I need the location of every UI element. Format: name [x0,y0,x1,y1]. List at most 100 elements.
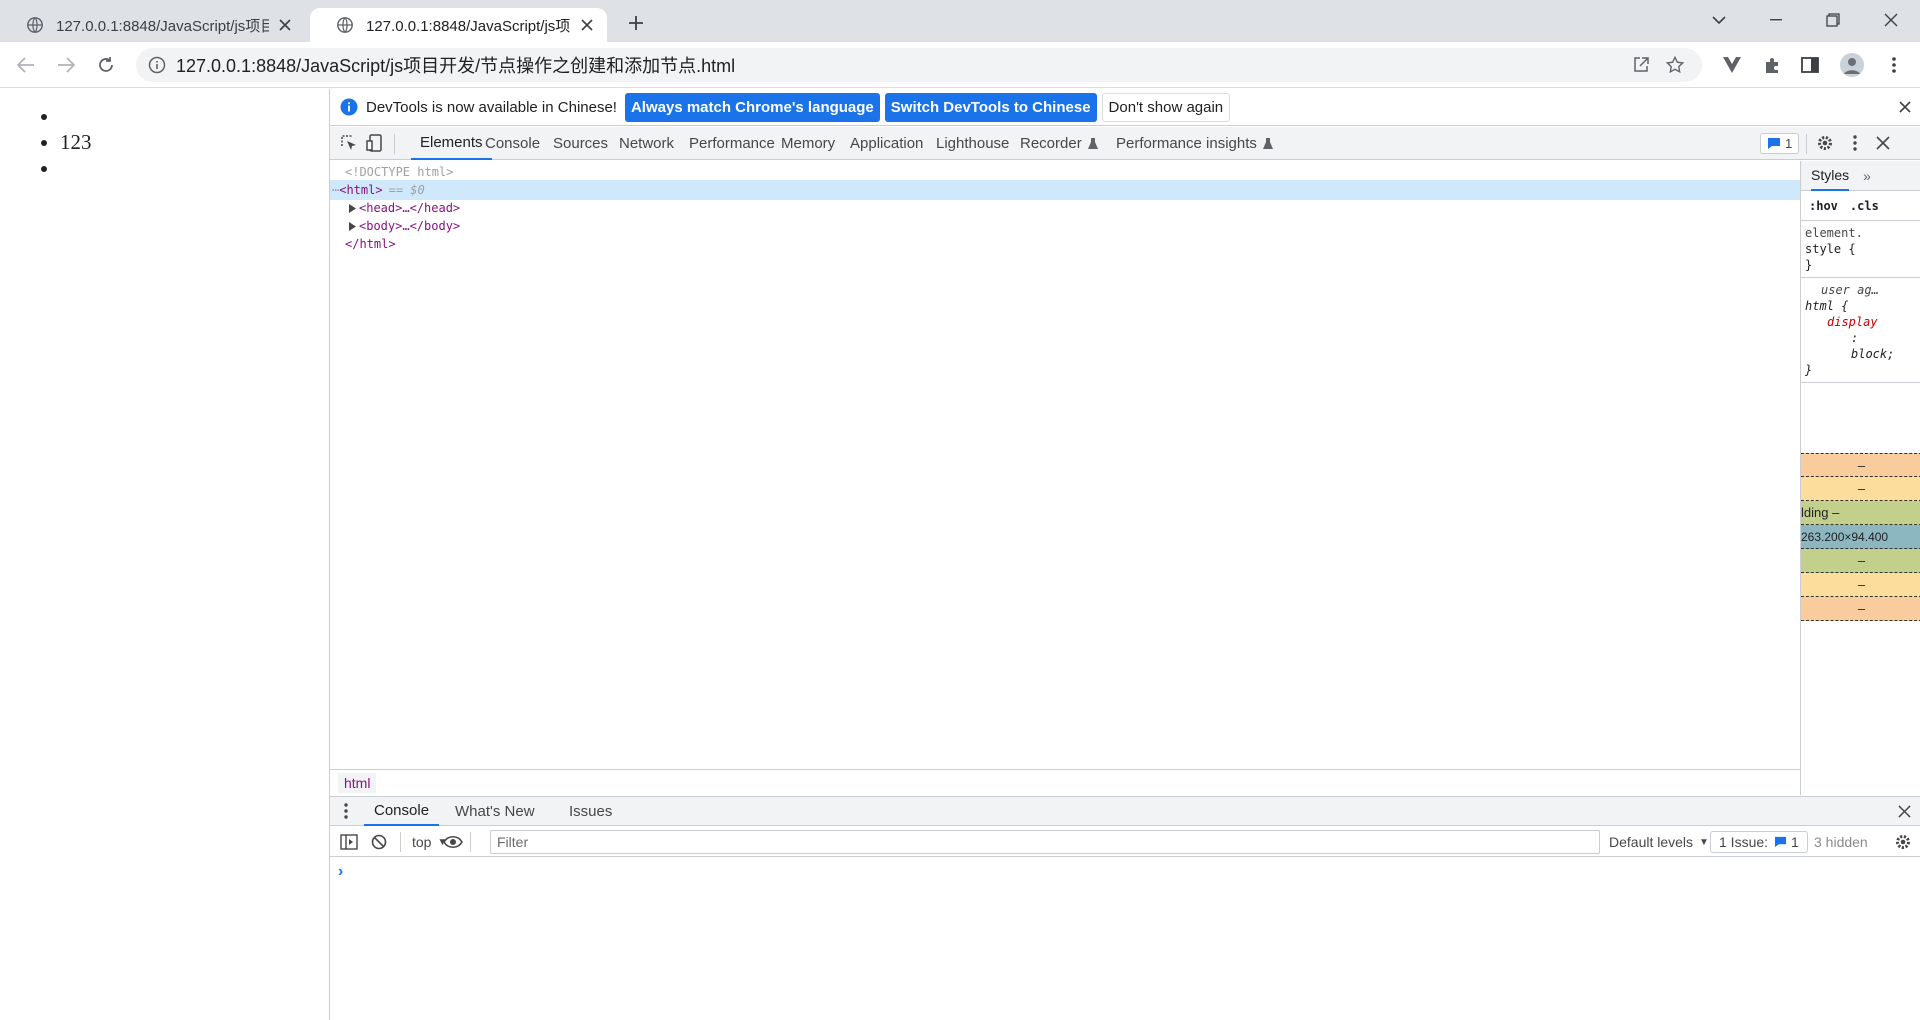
address-bar[interactable]: 127.0.0.1:8848/JavaScript/js项目开发/节点操作之创建… [136,48,1702,82]
browser-tab-2[interactable]: 127.0.0.1:8848/JavaScript/js项目 [310,8,607,42]
tree-row-body[interactable]: <body>…</body> [330,216,1800,236]
share-icon[interactable] [1628,52,1654,78]
infobar-message: DevTools is now available in Chinese! [366,98,617,116]
box-border-top: – [1801,477,1920,501]
browser-toolbar: 127.0.0.1:8848/JavaScript/js项目开发/节点操作之创建… [0,42,1920,88]
forward-button[interactable] [52,51,80,79]
console-issues-button[interactable]: 1 Issue: 1 [1710,831,1808,853]
minimize-button[interactable] [1747,0,1805,40]
dont-show-again-button[interactable]: Don't show again [1101,92,1231,122]
restore-button[interactable] [1804,0,1862,40]
cls-toggle[interactable]: .cls [1850,199,1879,213]
issues-counter-button[interactable]: 1 [1760,133,1800,154]
console-prompt-icon[interactable]: › [338,863,343,881]
toolbar-separator [400,832,401,852]
rule-line: style { [1805,242,1856,256]
ua-label: user ag… [1821,283,1879,297]
new-tab-button[interactable] [623,10,649,36]
tab-console[interactable]: Console [485,127,540,160]
site-info-icon[interactable] [148,56,166,74]
settings-gear-icon[interactable] [1814,132,1836,154]
tab-performance-insights-label: Performance insights [1116,135,1257,152]
browser-tab-1[interactable]: 127.0.0.1:8848/JavaScript/js项目 [0,8,305,42]
drawer-tab-whats-new[interactable]: What's New [455,797,535,826]
user-agent-rule: user ag… html { display : block; } [1801,278,1920,383]
drawer-tab-issues[interactable]: Issues [569,797,612,826]
tab-strip: 127.0.0.1:8848/JavaScript/js项目 127.0.0.1… [0,0,1920,42]
dropdown-arrow-icon: ▼ [1699,836,1709,848]
tab-recorder[interactable]: Recorder [1020,127,1099,160]
sidebar-toggle-icon[interactable] [338,831,360,853]
close-drawer-icon[interactable] [1898,805,1911,821]
extensions-puzzle-icon[interactable] [1758,51,1786,79]
hidden-messages-count: 3 hidden [1814,834,1868,850]
tab-sources[interactable]: Sources [553,127,608,160]
context-value: top [412,834,432,850]
tab-application[interactable]: Application [850,127,923,160]
reload-button[interactable] [92,51,120,79]
globe-icon [337,17,353,33]
close-infobar-icon[interactable] [1897,99,1913,115]
console-settings-gear-icon[interactable] [1892,831,1914,853]
issue-message-icon [1774,836,1787,848]
elements-tree: <!DOCTYPE html> ⋯ <html> == $0 <head>…</… [330,161,1800,637]
html-open-tag: <html> [339,183,383,197]
profile-avatar[interactable] [1838,51,1866,79]
live-expression-eye-icon[interactable] [442,831,464,853]
tab-search-button[interactable] [1690,0,1748,40]
tab-recorder-label: Recorder [1020,135,1082,152]
log-levels-value: Default levels [1609,834,1694,850]
box-border-bottom: – [1801,573,1920,597]
device-toolbar-icon[interactable] [364,132,386,154]
issue-message-icon [1768,138,1780,149]
more-tabs-chevron-icon[interactable]: » [1863,168,1871,184]
vue-devtools-extension-icon[interactable] [1718,51,1746,79]
rule-line: html { [1805,299,1849,313]
tab-lighthouse[interactable]: Lighthouse [936,127,1009,160]
tree-row-html-close[interactable]: </html> [330,234,1800,254]
clear-console-icon[interactable] [368,831,390,853]
always-match-language-button[interactable]: Always match Chrome's language [624,92,880,122]
experiment-flask-icon [1262,138,1273,149]
close-window-button[interactable] [1862,0,1920,40]
close-devtools-icon[interactable] [1872,132,1894,154]
css-value: block; [1851,347,1895,361]
issues-count: 1 [1785,136,1793,151]
tab-performance[interactable]: Performance [689,127,775,160]
chrome-menu-icon[interactable] [1880,51,1908,79]
tab-styles[interactable]: Styles [1811,161,1850,191]
log-levels-dropdown[interactable]: Default levels ▼ [1609,827,1709,857]
inspect-element-icon[interactable] [338,132,360,154]
box-padding-bottom: – [1801,549,1920,573]
list-item [60,103,92,129]
tab-memory[interactable]: Memory [781,127,835,160]
breadcrumb: html [330,769,1800,795]
tab-performance-insights[interactable]: Performance insights [1116,127,1274,160]
devtools-drawer: Console What's New Issues top ▼ Filter De… [330,796,1920,1020]
tree-row-head[interactable]: <head>…</head> [330,198,1800,218]
close-tab-icon[interactable] [579,17,595,33]
hov-toggle[interactable]: :hov [1809,199,1838,213]
rule-line: element. [1805,226,1863,240]
row-menu-dots[interactable]: ⋯ [332,183,339,197]
console-filter-input[interactable]: Filter [490,830,1600,854]
experiment-flask-icon [1087,138,1098,149]
side-panel-icon[interactable] [1796,51,1824,79]
drawer-menu-icon[interactable] [344,803,348,822]
web-page-viewport: 123 [0,89,329,1020]
tab-title: 127.0.0.1:8848/JavaScript/js项目 [56,17,269,35]
close-tab-icon[interactable] [277,17,293,33]
more-options-icon[interactable] [1844,132,1866,154]
drawer-tab-console[interactable]: Console [364,797,440,826]
tree-row-html[interactable]: ⋯ <html> == $0 [330,180,1800,200]
breadcrumb-html[interactable]: html [338,772,377,793]
back-button[interactable] [12,51,40,79]
tree-row-doctype[interactable]: <!DOCTYPE html> [330,162,1800,182]
tab-elements[interactable]: Elements [411,127,492,160]
bookmark-star-icon[interactable] [1662,52,1688,78]
switch-to-chinese-button[interactable]: Switch DevTools to Chinese [884,92,1097,122]
tab-network[interactable]: Network [619,127,674,160]
expand-triangle-icon[interactable] [348,203,356,213]
expand-triangle-icon[interactable] [348,221,356,231]
selected-marker: == $0 [388,183,425,197]
